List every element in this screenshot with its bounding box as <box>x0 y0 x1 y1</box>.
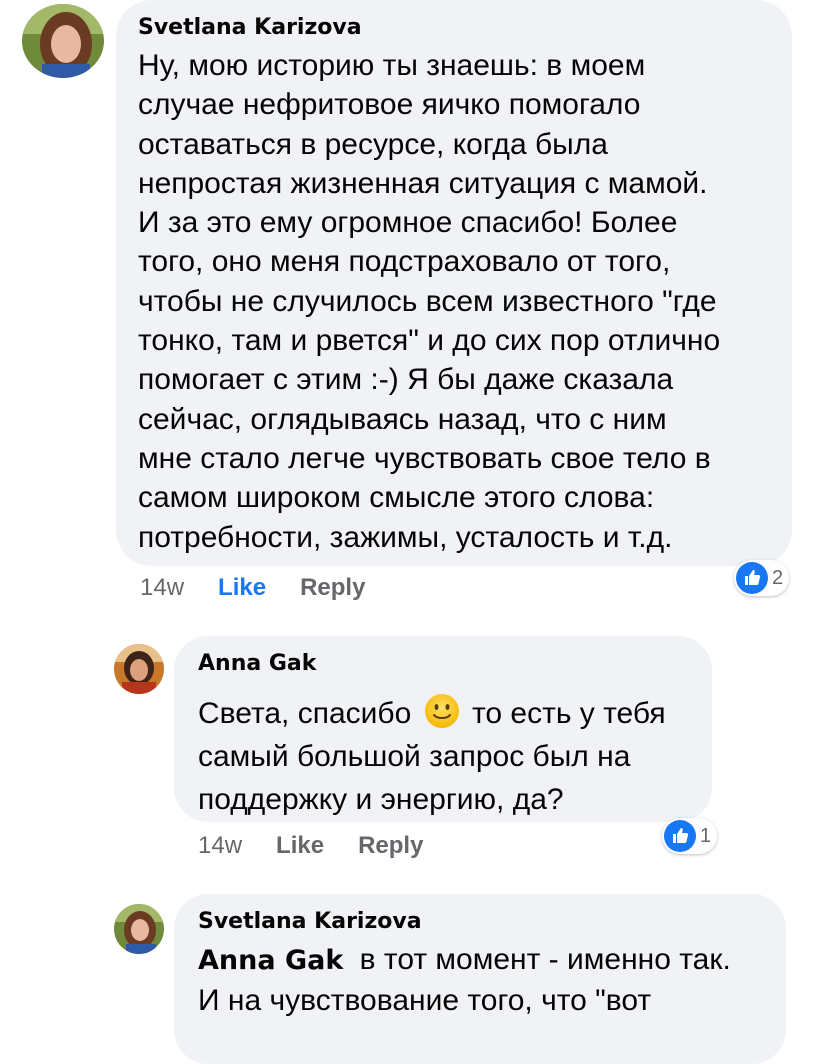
text-line: И на чувствование того, что "вот <box>198 984 652 1017</box>
avatar[interactable] <box>114 904 164 954</box>
like-icon <box>736 562 768 594</box>
avatar-photo <box>114 644 164 694</box>
text-line: Anna Gak в тот момент - именно так. <box>198 940 766 981</box>
reaction-badge[interactable]: 2 <box>734 560 790 596</box>
text-line: сейчас, оглядываясь назад, что с ним <box>138 402 667 436</box>
avatar-photo <box>22 4 104 78</box>
reply-button[interactable]: Reply <box>358 832 423 860</box>
reaction-count: 1 <box>700 824 712 847</box>
comment-author[interactable]: Svetlana Karizova <box>138 14 766 42</box>
text-line: И за это ему огромное спасибо! Более <box>138 206 678 240</box>
comment-author[interactable]: Svetlana Karizova <box>198 908 766 936</box>
comment-bubble: Svetlana Karizova Ну, мою историю ты зна… <box>116 0 792 566</box>
text-line: того, оно меня подстраховало от того, <box>138 245 671 279</box>
text-line: самом широком смысле этого слова: <box>138 481 655 515</box>
avatar-photo <box>114 904 164 954</box>
text-line: чтобы не случилось всем известного "где <box>138 284 717 318</box>
like-button[interactable]: Like <box>218 574 266 602</box>
like-button[interactable]: Like <box>276 832 324 860</box>
text-line: оставаться в ресурсе, когда была <box>138 127 608 161</box>
text-line: Света, спасибо то есть у тебя <box>198 692 686 735</box>
text-line: случае нефритовое яичко помогало <box>138 88 641 122</box>
reaction-badge[interactable]: 1 <box>662 818 718 854</box>
text-line: Ну, мою историю ты знаешь: в моем <box>138 49 646 82</box>
reaction-count: 2 <box>772 566 784 589</box>
comment-bubble: Svetlana Karizova Anna Gak в тот момент … <box>174 894 786 1064</box>
avatar[interactable] <box>22 4 104 78</box>
timestamp[interactable]: 14w <box>140 574 184 602</box>
text-segment: Света, спасибо <box>198 697 412 730</box>
text-line: мне стало легче чувствовать свое тело в <box>138 441 711 475</box>
text-line: потребности, зажимы, усталость и т.д. <box>138 520 673 554</box>
comment-text: Anna Gak в тот момент - именно так. И на… <box>198 940 766 1021</box>
comment-actions: 14w Like Reply <box>140 574 365 602</box>
timestamp[interactable]: 14w <box>198 832 242 860</box>
mention-link[interactable]: Anna Gak <box>198 945 343 976</box>
comment-bubble: Anna Gak Света, спасибо то есть у тебя с… <box>174 636 712 822</box>
text-segment: то есть у тебя <box>471 697 666 730</box>
comment-text: Света, спасибо то есть у тебя самый боль… <box>198 692 686 821</box>
text-line: тонко, там и рвется" и до сих пор отличн… <box>138 324 721 358</box>
avatar[interactable] <box>114 644 164 694</box>
text-line: помогает с этим :-) Я бы даже сказала <box>138 363 674 397</box>
comment-actions: 14w Like Reply <box>198 832 423 860</box>
comment-text: Ну, мою историю ты знаешь: в моем случае… <box>138 46 766 557</box>
text-line: поддержку и энергию, да? <box>198 783 564 816</box>
text-segment: в тот момент - именно так. <box>359 943 731 976</box>
text-line: самый большой запрос был на <box>198 740 631 773</box>
comment-author[interactable]: Anna Gak <box>198 650 686 678</box>
text-line: непростая жизненная ситуация с мамой. <box>138 166 708 200</box>
slightly-smiling-face-emoji <box>424 694 459 728</box>
reply-button[interactable]: Reply <box>300 574 365 602</box>
like-icon <box>664 820 696 852</box>
